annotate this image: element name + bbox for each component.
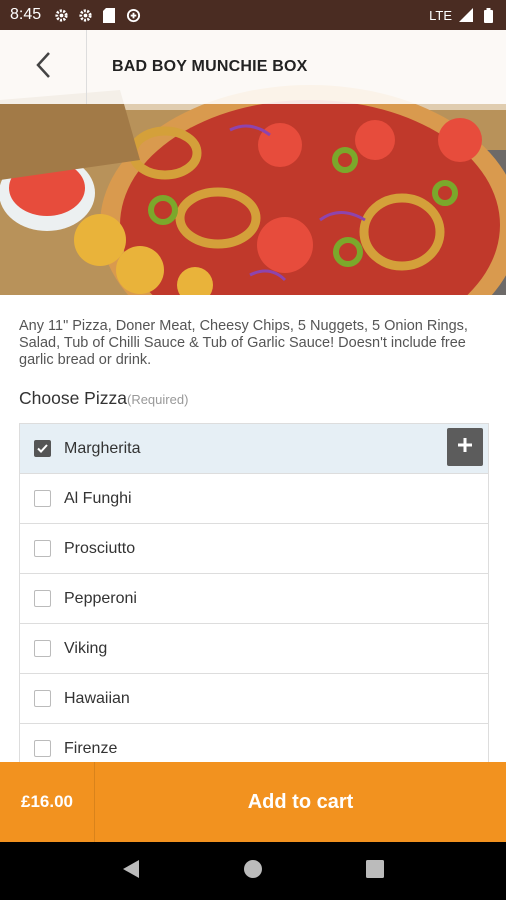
nav-home-icon[interactable] [243, 859, 263, 884]
option-label: Al Funghi [64, 489, 132, 507]
option-label: Firenze [64, 739, 118, 757]
data-saver-icon [125, 7, 141, 23]
settings-icon [77, 7, 93, 23]
checkbox[interactable] [34, 690, 51, 707]
sd-card-icon [101, 7, 117, 23]
app-header: BAD BOY MUNCHIE BOX [0, 30, 506, 104]
pizza-option-list: Margherita Al Funghi Prosciutto Pepperon… [19, 423, 489, 774]
pizza-option[interactable]: Hawaiian [19, 674, 489, 724]
back-arrow-icon [34, 51, 52, 84]
page-title: BAD BOY MUNCHIE BOX [112, 58, 308, 75]
option-label: Margherita [64, 439, 141, 457]
settings-icon [53, 7, 69, 23]
choose-pizza-label: Choose Pizza [19, 388, 127, 408]
nav-back-icon[interactable] [122, 859, 140, 884]
checkbox[interactable] [34, 540, 51, 557]
pizza-option[interactable]: Prosciutto [19, 524, 489, 574]
product-description: Any 11" Pizza, Doner Meat, Cheesy Chips,… [19, 318, 468, 368]
system-nav-bar [0, 842, 506, 900]
nav-recents-icon[interactable] [366, 859, 385, 883]
checkbox-checked[interactable] [34, 440, 51, 457]
pizza-option[interactable]: Al Funghi [19, 474, 489, 524]
checkbox[interactable] [34, 590, 51, 607]
status-bar: 8:45 LTE [0, 0, 506, 30]
add-to-cart-button[interactable]: Add to cart [95, 791, 506, 814]
checkbox[interactable] [34, 740, 51, 757]
required-label: (Required) [126, 392, 189, 407]
checkbox[interactable] [34, 490, 51, 507]
expand-button[interactable] [447, 428, 483, 466]
option-label: Pepperoni [64, 589, 137, 607]
pizza-option[interactable]: Viking [19, 624, 489, 674]
checkbox[interactable] [34, 640, 51, 657]
price-label: £16.00 [0, 762, 95, 842]
back-button[interactable] [0, 30, 87, 104]
plus-icon [457, 437, 473, 458]
option-label: Hawaiian [64, 689, 130, 707]
battery-icon [480, 7, 496, 23]
choose-pizza-title: Choose Pizza(Required) [19, 388, 188, 409]
pizza-option[interactable]: Margherita [19, 423, 489, 474]
option-label: Viking [64, 639, 108, 657]
cart-bar: £16.00 Add to cart [0, 762, 506, 842]
pizza-option[interactable]: Pepperoni [19, 574, 489, 624]
network-type: LTE [429, 7, 452, 23]
signal-icon [458, 7, 474, 23]
status-time: 8:45 [10, 6, 42, 23]
option-label: Prosciutto [64, 539, 136, 557]
